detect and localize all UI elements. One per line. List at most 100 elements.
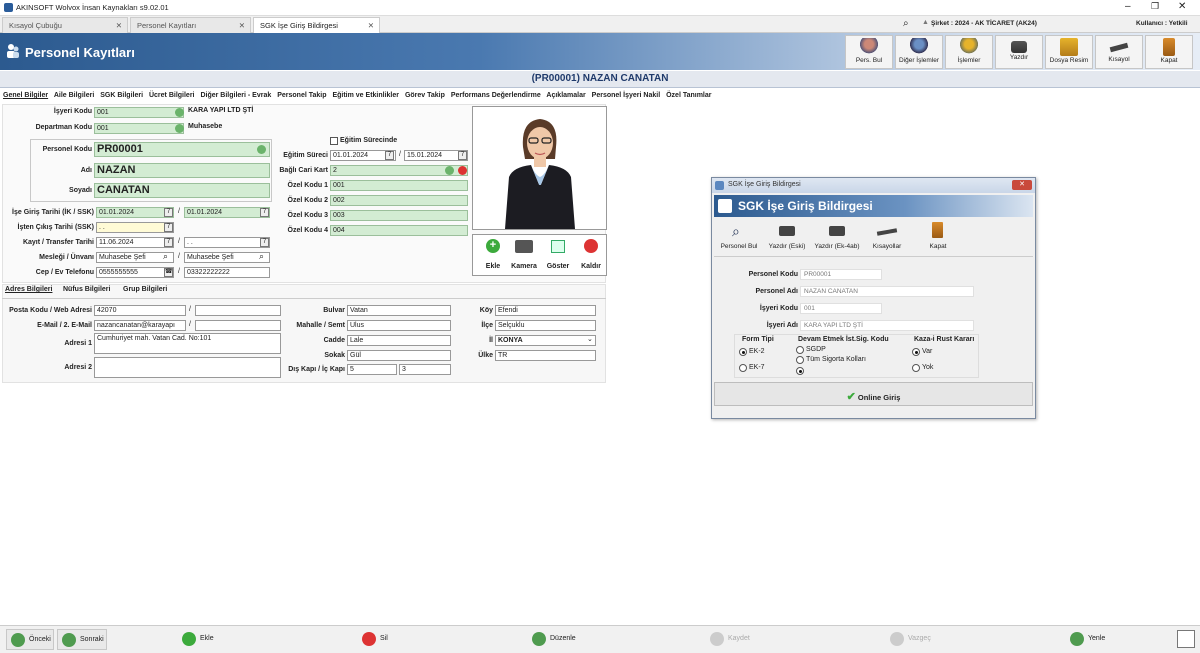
lookup-icon[interactable]	[445, 166, 454, 175]
lookup-icon[interactable]	[175, 108, 184, 117]
email2-field[interactable]	[195, 320, 281, 331]
dialog-personel-adi-field[interactable]: NAZAN CANATAN	[800, 286, 974, 297]
form-tipi-ek2-radio[interactable]	[739, 348, 747, 356]
adi-field[interactable]: NAZAN	[94, 163, 270, 178]
onceki-button[interactable]: Önceki	[6, 629, 54, 650]
close-icon[interactable]: ✕	[116, 21, 122, 30]
isyeri-kodu-field[interactable]: 001	[94, 107, 184, 118]
ozel-kod-3-field[interactable]: 003	[330, 210, 468, 221]
subtab-grup[interactable]: Grup Bilgileri	[123, 286, 167, 293]
web-adresi-field[interactable]	[195, 305, 281, 316]
vazgec-button[interactable]: Vazgeç	[886, 629, 946, 650]
calendar-icon[interactable]: 7	[385, 151, 394, 160]
dialog-yazdir-eski-button[interactable]: Yazdır (Eski)	[765, 220, 809, 254]
kaza-yok-radio[interactable]	[912, 364, 920, 372]
tab-aciklamalar[interactable]: Açıklamalar	[546, 92, 585, 99]
close-icon[interactable]: ✕	[368, 21, 374, 30]
tab-gorev-takip[interactable]: Görev Takip	[405, 92, 445, 99]
ilce-field[interactable]: Selçuklu	[495, 320, 596, 331]
kayit-tarihi-field[interactable]: 11.06.2024	[96, 237, 174, 248]
ozel-kod-2-field[interactable]: 002	[330, 195, 468, 206]
tab-ozel-tanimlar[interactable]: Özel Tanımlar	[666, 92, 711, 99]
dialog-kisayollar-button[interactable]: Kısayollar	[865, 220, 909, 254]
tab-isyeri-nakil[interactable]: Personel İşyeri Nakil	[592, 92, 660, 99]
dialog-personel-bul-button[interactable]: ⌕ Personel Bul	[717, 220, 761, 254]
dialog-personel-kodu-field[interactable]: PR00001	[800, 269, 882, 280]
isten-cikis-field[interactable]: . .	[96, 222, 174, 233]
sokak-field[interactable]: Gül	[347, 350, 451, 361]
unvani-field[interactable]: Muhasebe Şefi	[184, 252, 270, 263]
sonraki-button[interactable]: Sonraki	[57, 629, 107, 650]
calendar-icon[interactable]: 7	[260, 208, 269, 217]
tab-kisayol[interactable]: Kısayol Çubuğu ✕	[2, 17, 128, 33]
ekle-button[interactable]: Ekle	[178, 629, 228, 650]
posta-kodu-field[interactable]: 42070	[94, 305, 186, 316]
cadde-field[interactable]: Lale	[347, 335, 451, 346]
tab-diger-bilgileri[interactable]: Diğer Bilgileri - Evrak	[200, 92, 271, 99]
dialog-close-icon[interactable]: ✕	[1012, 180, 1032, 190]
search-icon[interactable]: ⌕	[163, 251, 168, 262]
lookup-icon[interactable]	[257, 145, 266, 154]
clear-icon[interactable]	[458, 166, 467, 175]
tab-personel[interactable]: Personel Kayıtları ✕	[130, 17, 251, 33]
transfer-tarihi-field[interactable]: . .	[184, 237, 270, 248]
kaydet-button[interactable]: Kaydet	[706, 629, 766, 650]
bulvar-field[interactable]: Vatan	[347, 305, 451, 316]
mahalle-field[interactable]: Ulus	[347, 320, 451, 331]
egitim-surecinde-checkbox[interactable]	[330, 137, 338, 145]
calendar-icon[interactable]: 7	[164, 238, 173, 247]
calendar-icon[interactable]: 7	[260, 238, 269, 247]
kaza-var-radio[interactable]	[912, 348, 920, 356]
devam-tum-sigorta-radio[interactable]	[796, 356, 804, 364]
lookup-icon[interactable]	[175, 124, 184, 133]
personel-kodu-field[interactable]: PR00001	[94, 142, 270, 157]
dosya-resim-button[interactable]: Dosya Resim	[1045, 35, 1093, 69]
bell-icon[interactable]: ▲	[922, 19, 929, 26]
ise-giris-ssk-field[interactable]: 01.01.2024	[184, 207, 270, 218]
kisayol-button[interactable]: Kısayol	[1095, 35, 1143, 69]
subtab-nufus[interactable]: Nüfus Bilgileri	[63, 286, 110, 293]
islemler-button[interactable]: İşlemler	[945, 35, 993, 69]
ulke-field[interactable]: TR	[495, 350, 596, 361]
cep-telefon-field[interactable]: 0555555555	[96, 267, 174, 278]
devam-empty-radio[interactable]	[796, 367, 804, 375]
tab-ucret-bilgileri[interactable]: Ücret Bilgileri	[149, 92, 195, 99]
tab-sgk-bilgileri[interactable]: SGK Bilgileri	[100, 92, 143, 99]
calendar-icon[interactable]: 7	[164, 223, 173, 232]
dis-kapi-field[interactable]: 5	[347, 364, 397, 375]
yenile-button[interactable]: Yenle	[1066, 629, 1126, 650]
dialog-isyeri-kodu-field[interactable]: 001	[800, 303, 882, 314]
form-tipi-ek7-radio[interactable]	[739, 364, 747, 372]
ic-kapi-field[interactable]: 3	[399, 364, 451, 375]
devam-sgdp-radio[interactable]	[796, 346, 804, 354]
tab-egitim[interactable]: Eğitim ve Etkinlikler	[332, 92, 399, 99]
chevron-down-icon[interactable]: ⌄	[587, 335, 593, 343]
subtab-adres[interactable]: Adres Bilgileri	[5, 286, 52, 293]
il-select[interactable]: KONYA	[495, 335, 596, 346]
dialog-isyeri-adi-field[interactable]: KARA YAPI LTD ŞTİ	[800, 320, 974, 331]
calendar-icon[interactable]: 7	[164, 208, 173, 217]
tab-sgk[interactable]: SGK İşe Giriş Bildirgesi ✕	[253, 17, 380, 33]
ozel-kod-4-field[interactable]: 004	[330, 225, 468, 236]
koy-field[interactable]: Efendi	[495, 305, 596, 316]
dialog-yazdir-ek4ab-button[interactable]: Yazdır (Ek-4ab)	[813, 220, 861, 254]
search-icon[interactable]: ⌕	[259, 251, 264, 262]
tab-genel-bilgiler[interactable]: Genel Bilgiler	[3, 92, 48, 99]
online-giris-button[interactable]: ✔ Online Giriş	[714, 382, 1033, 406]
tab-personel-takip[interactable]: Personel Takip	[277, 92, 326, 99]
search-icon[interactable]: ⌕	[903, 18, 909, 29]
sil-button[interactable]: Sil	[358, 629, 408, 650]
ev-telefon-field[interactable]: 03322222222	[184, 267, 270, 278]
email-field[interactable]: nazancanatan@karayapı	[94, 320, 186, 331]
diger-islemler-button[interactable]: Diğer İşlemler	[895, 35, 943, 69]
ise-giris-ik-field[interactable]: 01.01.2024	[96, 207, 174, 218]
adres2-field[interactable]	[94, 357, 281, 378]
ozel-kod-1-field[interactable]: 001	[330, 180, 468, 191]
dialog-kapat-button[interactable]: Kapat	[917, 220, 959, 254]
pers-bul-button[interactable]: Pers. Bul	[845, 35, 893, 69]
adres1-field[interactable]: Cumhuriyet mah. Vatan Cad. No:101	[94, 333, 281, 354]
soyadi-field[interactable]: CANATAN	[94, 183, 270, 198]
minimize-icon[interactable]: –	[1125, 1, 1131, 12]
kapat-button[interactable]: Kapat	[1145, 35, 1193, 69]
duzenle-button[interactable]: Düzenle	[528, 629, 588, 650]
